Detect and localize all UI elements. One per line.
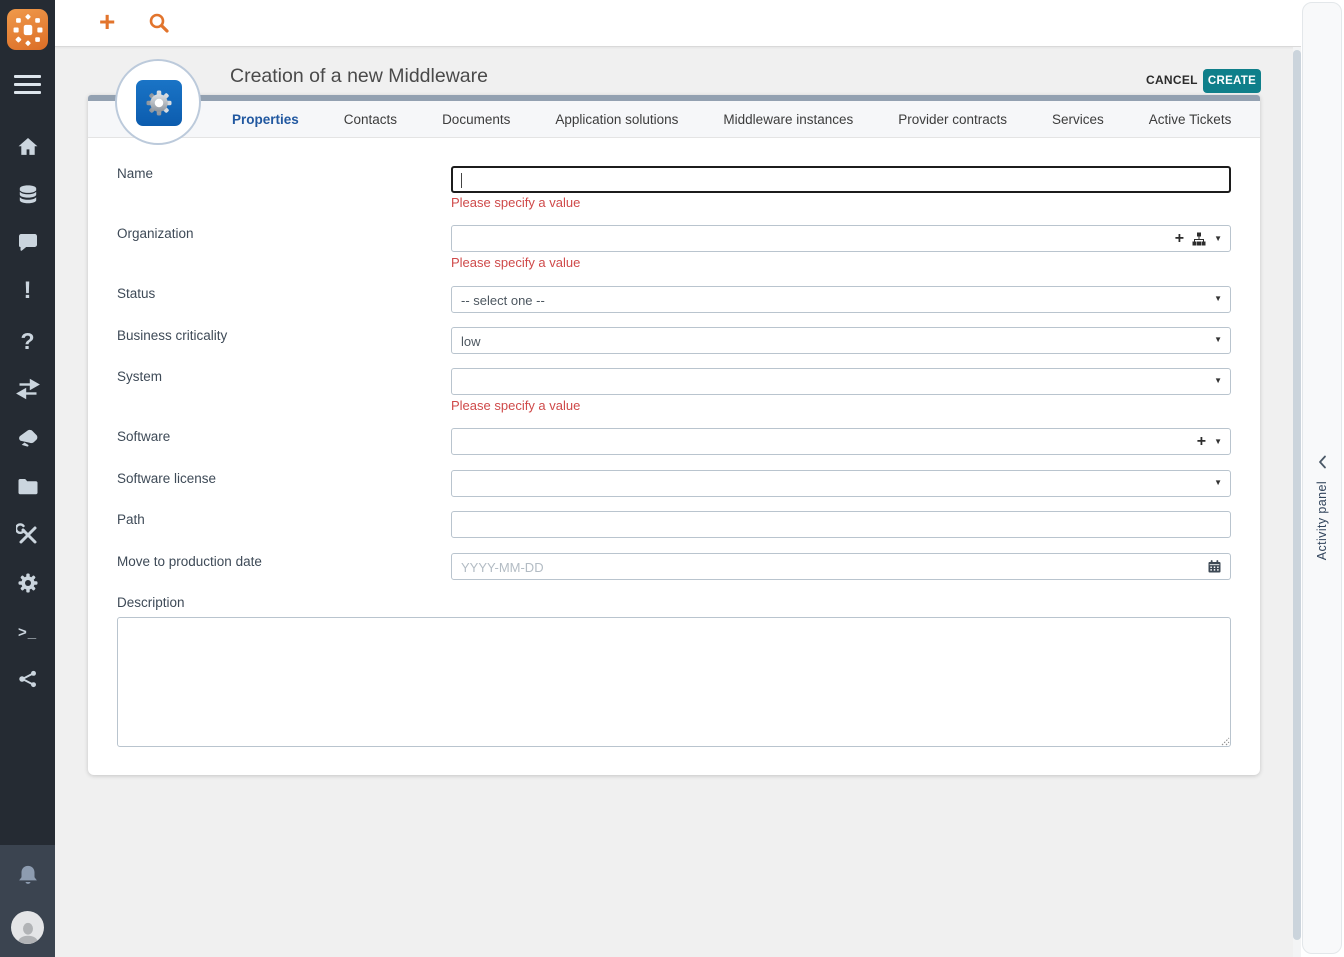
tab-documents[interactable]: Documents — [442, 112, 510, 127]
object-class-badge — [115, 59, 201, 145]
sidebar-item-alerts[interactable]: ! — [0, 277, 55, 305]
sidebar-item-services[interactable] — [0, 424, 55, 452]
name-error: Please specify a value — [451, 195, 581, 210]
organization-caret-down-icon[interactable]: ▼ — [1214, 234, 1222, 243]
move-to-production-date-input[interactable]: YYYY-MM-DD — [451, 553, 1231, 580]
tab-active-tickets[interactable]: Active Tickets — [1149, 112, 1232, 127]
sidebar-item-help[interactable]: ? — [0, 327, 55, 355]
tab-bar: Properties Contacts Documents Applicatio… — [88, 101, 1260, 138]
tab-services[interactable]: Services — [1052, 112, 1104, 127]
business-criticality-caret-down-icon: ▼ — [1214, 335, 1222, 344]
status-value: -- select one -- — [461, 293, 545, 308]
software-license-label: Software license — [117, 471, 217, 486]
scrollbar-thumb[interactable] — [1293, 50, 1301, 940]
sidebar-item-home[interactable] — [0, 133, 55, 161]
global-search-button[interactable] — [147, 11, 171, 35]
create-button[interactable]: CREATE — [1203, 69, 1261, 93]
share-icon — [18, 670, 36, 688]
path-input[interactable] — [451, 511, 1231, 538]
sidebar-item-share[interactable] — [0, 665, 55, 693]
text-cursor — [461, 173, 462, 188]
transfer-arrows-icon — [15, 378, 40, 400]
description-label: Description — [117, 595, 185, 610]
top-application-bar: + — [55, 0, 1344, 47]
new-object-button[interactable]: + — [99, 5, 115, 39]
notifications-button[interactable] — [0, 862, 55, 890]
status-select[interactable]: -- select one -- ▼ — [451, 286, 1231, 313]
user-avatar — [11, 910, 44, 944]
terminal-icon: >_ — [17, 623, 38, 641]
chat-icon — [18, 234, 37, 251]
software-add-icon[interactable]: + — [1197, 433, 1206, 450]
tab-contacts[interactable]: Contacts — [344, 112, 397, 127]
sidebar-item-settings[interactable] — [0, 569, 55, 597]
activity-panel-label: Activity panel — [1315, 481, 1329, 561]
sidebar-item-transfers[interactable] — [0, 375, 55, 403]
status-label: Status — [117, 286, 156, 301]
business-criticality-select[interactable]: low ▼ — [451, 327, 1231, 354]
software-caret-down-icon[interactable]: ▼ — [1214, 437, 1222, 446]
chevron-left-icon[interactable] — [1318, 455, 1327, 469]
system-label: System — [117, 369, 163, 384]
name-label: Name — [117, 166, 154, 181]
activity-panel-strip: Activity panel — [1301, 0, 1344, 957]
organization-label: Organization — [117, 226, 194, 241]
organization-hierarchy-icon[interactable] — [1192, 232, 1206, 246]
bell-icon — [18, 865, 37, 884]
business-criticality-label: Business criticality — [117, 328, 228, 343]
hand-icon — [18, 429, 37, 447]
system-error: Please specify a value — [451, 398, 581, 413]
database-icon — [19, 185, 36, 204]
sidebar-item-documents[interactable] — [0, 473, 55, 501]
sidebar-item-console[interactable]: >_ — [0, 618, 55, 646]
sidebar-item-data[interactable] — [0, 181, 55, 209]
tab-properties[interactable]: Properties — [232, 112, 299, 127]
sidebar-item-configuration[interactable] — [0, 521, 55, 549]
sidebar-item-messages[interactable] — [0, 229, 55, 257]
cancel-button[interactable]: CANCEL — [1146, 73, 1198, 87]
tab-provider-contracts[interactable]: Provider contracts — [898, 112, 1007, 127]
path-label: Path — [117, 512, 145, 527]
software-license-caret-down-icon: ▼ — [1214, 478, 1222, 487]
menu-toggle-icon[interactable] — [14, 75, 41, 99]
exclamation-icon: ! — [23, 277, 32, 304]
name-input[interactable] — [451, 166, 1231, 193]
question-icon: ? — [20, 327, 35, 354]
page-title: Creation of a new Middleware — [230, 65, 488, 87]
system-caret-down-icon: ▼ — [1214, 376, 1222, 385]
itop-logo[interactable] — [7, 9, 48, 50]
home-icon — [18, 138, 37, 155]
description-textarea[interactable] — [117, 617, 1231, 747]
software-label: Software — [117, 429, 171, 444]
object-creation-card: Properties Contacts Documents Applicatio… — [88, 95, 1260, 775]
tab-middleware-instances[interactable]: Middleware instances — [723, 112, 853, 127]
date-placeholder: YYYY-MM-DD — [461, 560, 544, 575]
tools-icon — [15, 523, 36, 544]
calendar-icon[interactable] — [1207, 559, 1222, 574]
gear-icon — [18, 573, 37, 593]
software-license-select[interactable]: ▼ — [451, 470, 1231, 497]
move-to-production-date-label: Move to production date — [117, 554, 262, 569]
software-picker[interactable]: + ▼ — [451, 428, 1231, 455]
organization-picker[interactable]: + ▼ — [451, 225, 1231, 252]
middleware-gear-icon — [136, 80, 182, 126]
status-caret-down-icon: ▼ — [1214, 294, 1222, 303]
organization-add-icon[interactable]: + — [1175, 230, 1184, 247]
folder-icon — [18, 479, 37, 495]
organization-error: Please specify a value — [451, 255, 581, 270]
user-menu-button[interactable] — [0, 910, 55, 944]
tab-application-solutions[interactable]: Application solutions — [555, 112, 678, 127]
sidebar: ! ? >_ — [0, 0, 55, 957]
business-criticality-value: low — [461, 334, 481, 349]
system-select[interactable]: ▼ — [451, 368, 1231, 395]
